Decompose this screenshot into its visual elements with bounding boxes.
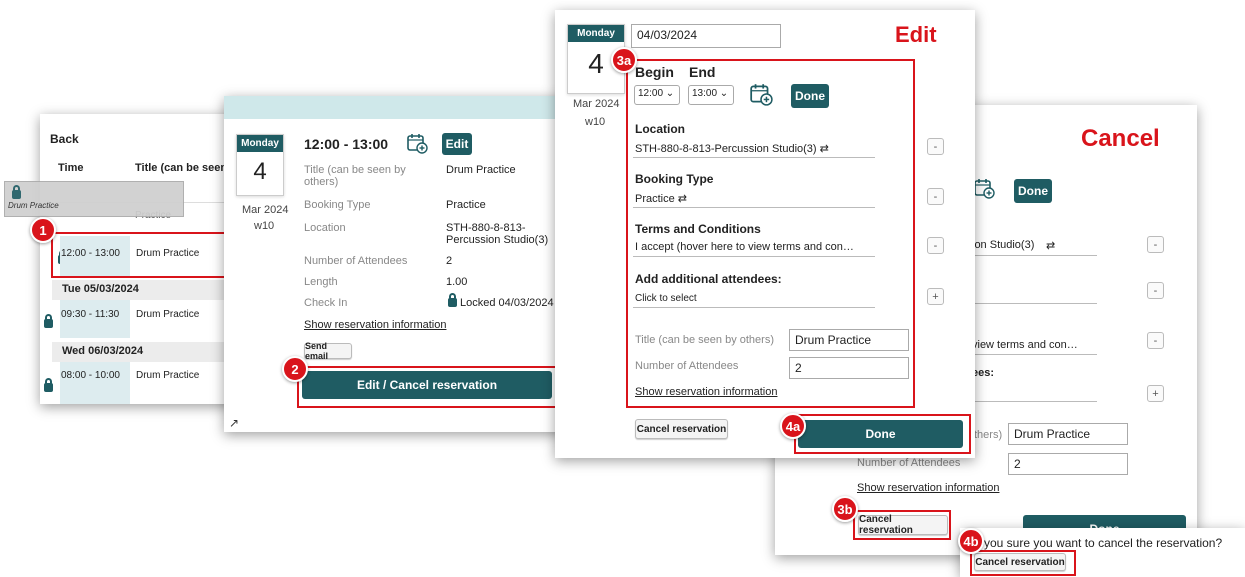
cancel-heading: Cancel <box>1081 125 1160 152</box>
remove-terms-button[interactable]: - <box>927 237 944 254</box>
table-row[interactable]: 08:00 - 10:00 Drum Practice <box>44 362 236 404</box>
add-attendee-button[interactable]: + <box>927 288 944 305</box>
remove-location-button[interactable]: - <box>927 138 944 155</box>
calendar-add-icon[interactable] <box>406 132 428 154</box>
remove-location-button[interactable]: - <box>1147 236 1164 253</box>
confirm-text: you sure you want to cancel the reservat… <box>984 536 1223 550</box>
day-header: Wed 06/03/2024 <box>52 342 234 362</box>
remove-booking-button[interactable]: - <box>927 188 944 205</box>
col-title-header: Title (can be seen t <box>135 162 234 174</box>
lock-icon <box>448 293 457 307</box>
day-header: Tue 05/03/2024 <box>52 280 234 300</box>
edit-button[interactable]: Edit <box>442 133 472 155</box>
show-info-link[interactable]: Show reservation information <box>304 319 446 331</box>
lock-icon <box>12 185 21 199</box>
highlight-cancel-button <box>853 510 951 540</box>
highlight-edit-form <box>626 59 915 408</box>
highlight-confirm-button <box>970 550 1076 576</box>
step-badge-4b: 4b <box>958 528 984 554</box>
edit-heading: Edit <box>895 22 937 47</box>
lock-icon <box>44 378 53 392</box>
step-badge-4a: 4a <box>780 413 806 439</box>
date-tile: Monday 4 <box>236 134 284 196</box>
title-input[interactable]: Drum Practice <box>1008 423 1128 445</box>
step-badge-1: 1 <box>30 217 56 243</box>
drag-ghost[interactable]: Drum Practice <box>4 181 184 217</box>
attendees-input[interactable]: 2 <box>1008 453 1128 475</box>
table-row[interactable]: 09:30 - 11:30 Drum Practice <box>44 300 236 338</box>
remove-terms-button[interactable]: - <box>1147 332 1164 349</box>
external-link-icon[interactable]: ↗ <box>229 416 239 430</box>
row-time: 09:30 - 11:30 <box>61 309 120 320</box>
row-title: Drum Practice <box>136 370 200 381</box>
step-badge-2: 2 <box>282 356 308 382</box>
highlight-done-button <box>794 414 971 454</box>
lock-icon <box>44 314 53 328</box>
cancel-reservation-button[interactable]: Cancel reservation <box>635 419 728 439</box>
highlight-edit-cancel <box>297 366 559 408</box>
time-range: 12:00 - 13:00 <box>304 136 389 152</box>
remove-booking-button[interactable]: - <box>1147 282 1164 299</box>
add-attendee-button[interactable]: + <box>1147 385 1164 402</box>
show-info-link[interactable]: Show reservation information <box>857 482 999 494</box>
calendar-add-icon[interactable] <box>973 177 995 199</box>
step-badge-3b: 3b <box>832 496 858 522</box>
col-time-header: Time <box>58 162 84 174</box>
highlight-row <box>51 232 236 278</box>
send-email-button[interactable]: Send email <box>304 341 352 361</box>
done-small-button[interactable]: Done <box>1014 179 1052 203</box>
row-time: 08:00 - 10:00 <box>61 370 120 381</box>
date-input[interactable]: 04/03/2024 <box>631 24 781 48</box>
row-title: Drum Practice <box>136 309 200 320</box>
step-badge-3a: 3a <box>611 47 637 73</box>
back-link[interactable]: Back <box>50 132 79 146</box>
